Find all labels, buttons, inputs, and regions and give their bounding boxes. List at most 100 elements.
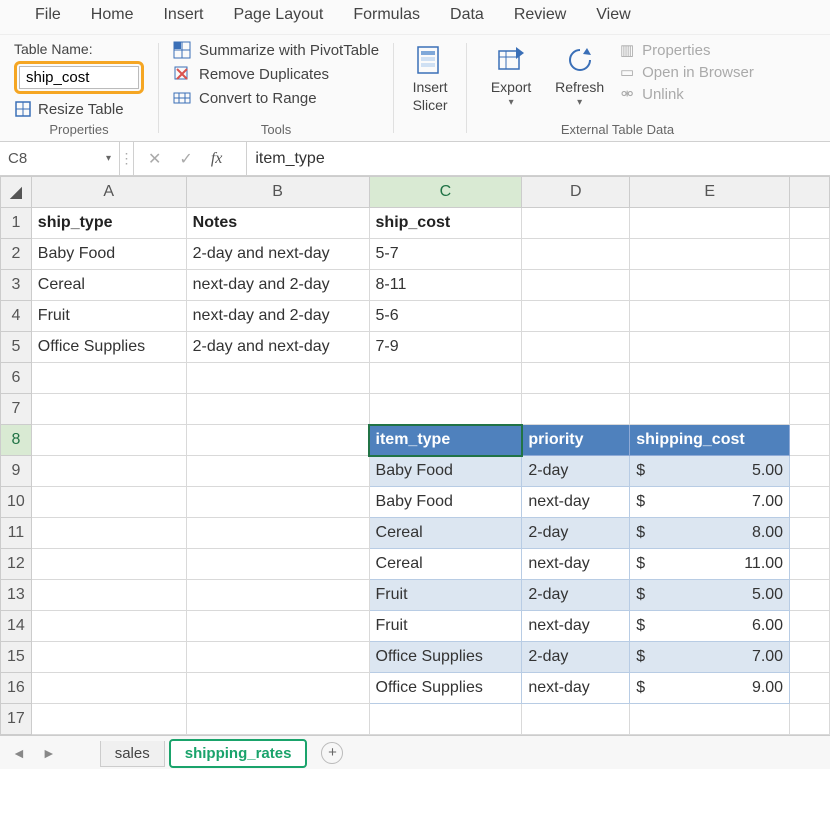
row-header[interactable]: 7 xyxy=(1,394,32,425)
cell[interactable]: next-day xyxy=(522,549,630,580)
cell[interactable] xyxy=(186,611,369,642)
cell[interactable]: next-day xyxy=(522,487,630,518)
cell[interactable] xyxy=(790,642,830,673)
cell[interactable] xyxy=(790,549,830,580)
cell[interactable]: 8-11 xyxy=(369,270,522,301)
name-box[interactable]: C8 ▾ xyxy=(0,142,120,175)
cell[interactable] xyxy=(186,704,369,735)
cell[interactable] xyxy=(630,208,790,239)
cell[interactable]: Baby Food xyxy=(31,239,186,270)
cell[interactable] xyxy=(790,301,830,332)
cell[interactable] xyxy=(790,580,830,611)
cell[interactable]: 2-day xyxy=(522,456,630,487)
menu-review[interactable]: Review xyxy=(514,6,566,24)
row-header[interactable]: 2 xyxy=(1,239,32,270)
cell[interactable] xyxy=(790,394,830,425)
unlink-button[interactable]: ⚮ Unlink xyxy=(618,85,754,103)
cell[interactable] xyxy=(31,611,186,642)
resize-table-button[interactable]: Resize Table xyxy=(14,100,144,118)
cell[interactable] xyxy=(186,518,369,549)
add-sheet-button[interactable]: + xyxy=(321,742,343,764)
cell[interactable] xyxy=(522,239,630,270)
cell[interactable]: Cereal xyxy=(31,270,186,301)
row-header[interactable]: 8 xyxy=(1,425,32,456)
row-header[interactable]: 15 xyxy=(1,642,32,673)
cell[interactable] xyxy=(31,425,186,456)
cell[interactable] xyxy=(186,642,369,673)
table-name-input[interactable] xyxy=(19,66,139,89)
cell[interactable]: $6.00 xyxy=(630,611,790,642)
cell[interactable]: priority xyxy=(522,425,630,456)
cell[interactable] xyxy=(31,580,186,611)
col-header-A[interactable]: A xyxy=(31,177,186,208)
col-header-extra[interactable] xyxy=(790,177,830,208)
row-header[interactable]: 12 xyxy=(1,549,32,580)
cell[interactable]: 2-day and next-day xyxy=(186,239,369,270)
cell[interactable] xyxy=(630,704,790,735)
cell[interactable] xyxy=(522,394,630,425)
cell[interactable]: 2-day and next-day xyxy=(186,332,369,363)
cell[interactable] xyxy=(522,208,630,239)
row-header[interactable]: 17 xyxy=(1,704,32,735)
open-in-browser-button[interactable]: ▭ Open in Browser xyxy=(618,63,754,81)
convert-to-range-button[interactable]: Convert to Range xyxy=(173,89,379,107)
cell[interactable]: next-day xyxy=(522,673,630,704)
cell[interactable]: 7-9 xyxy=(369,332,522,363)
cell[interactable]: 2-day xyxy=(522,518,630,549)
cell[interactable]: Office Supplies xyxy=(369,642,522,673)
menu-page-layout[interactable]: Page Layout xyxy=(233,6,323,24)
cell[interactable] xyxy=(790,487,830,518)
cell[interactable] xyxy=(369,704,522,735)
cell[interactable] xyxy=(186,394,369,425)
row-header[interactable]: 13 xyxy=(1,580,32,611)
cell[interactable]: Fruit xyxy=(369,611,522,642)
col-header-B[interactable]: B xyxy=(186,177,369,208)
cell[interactable]: $7.00 xyxy=(630,487,790,518)
cell[interactable] xyxy=(31,549,186,580)
cell[interactable] xyxy=(522,363,630,394)
cell[interactable]: next-day and 2-day xyxy=(186,301,369,332)
col-header-D[interactable]: D xyxy=(522,177,630,208)
cell[interactable] xyxy=(31,363,186,394)
cell[interactable] xyxy=(31,642,186,673)
cell[interactable] xyxy=(790,239,830,270)
refresh-button[interactable]: Refresh ▾ xyxy=(547,41,612,118)
sheet-nav-next[interactable]: ► xyxy=(36,745,62,761)
remove-duplicates-button[interactable]: Remove Duplicates xyxy=(173,65,379,83)
cell[interactable]: ship_cost xyxy=(369,208,522,239)
cell[interactable] xyxy=(790,611,830,642)
row-header[interactable]: 14 xyxy=(1,611,32,642)
cell[interactable] xyxy=(630,363,790,394)
row-header[interactable]: 4 xyxy=(1,301,32,332)
cell-selected[interactable]: item_type xyxy=(369,425,522,456)
row-header[interactable]: 1 xyxy=(1,208,32,239)
cell[interactable]: next-day xyxy=(522,611,630,642)
cell[interactable] xyxy=(186,487,369,518)
cell[interactable] xyxy=(31,394,186,425)
summarize-pivottable-button[interactable]: Summarize with PivotTable xyxy=(173,41,379,59)
cell[interactable] xyxy=(186,673,369,704)
cell[interactable] xyxy=(630,239,790,270)
cell[interactable] xyxy=(369,394,522,425)
cell[interactable] xyxy=(630,394,790,425)
cell[interactable]: 2-day xyxy=(522,642,630,673)
cell[interactable] xyxy=(31,673,186,704)
cell[interactable] xyxy=(186,580,369,611)
cell[interactable] xyxy=(630,332,790,363)
cell[interactable]: $8.00 xyxy=(630,518,790,549)
export-button[interactable]: Export ▾ xyxy=(481,41,541,118)
sheet-nav-prev[interactable]: ◄ xyxy=(6,745,32,761)
row-header[interactable]: 16 xyxy=(1,673,32,704)
col-header-E[interactable]: E xyxy=(630,177,790,208)
cell[interactable]: $5.00 xyxy=(630,456,790,487)
cell[interactable] xyxy=(790,673,830,704)
cell[interactable]: next-day and 2-day xyxy=(186,270,369,301)
cancel-icon[interactable]: ✕ xyxy=(148,149,161,169)
cell[interactable]: $11.00 xyxy=(630,549,790,580)
cell[interactable] xyxy=(31,456,186,487)
cell[interactable]: $9.00 xyxy=(630,673,790,704)
menu-home[interactable]: Home xyxy=(91,6,134,24)
row-header[interactable]: 5 xyxy=(1,332,32,363)
menu-view[interactable]: View xyxy=(596,6,630,24)
cell[interactable]: $5.00 xyxy=(630,580,790,611)
